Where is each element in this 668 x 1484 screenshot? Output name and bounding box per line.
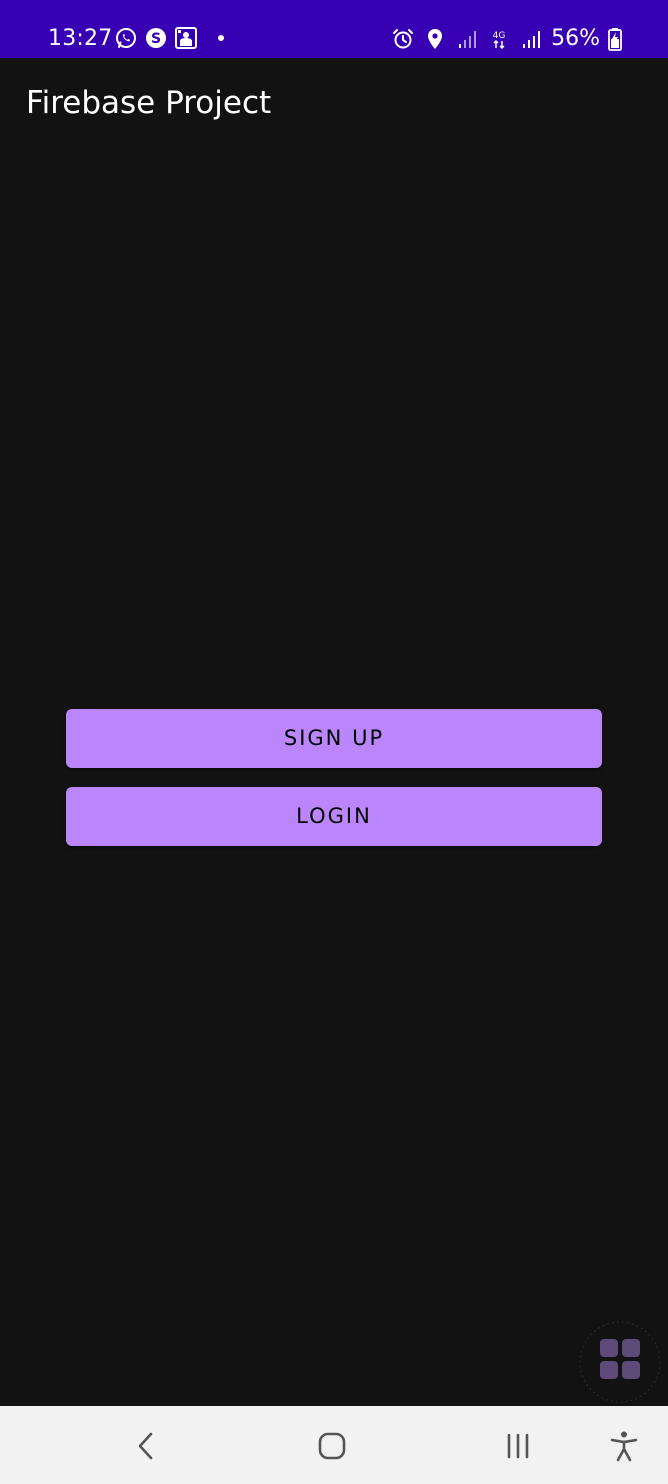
screen: 13:27 S 4G 56% Firebase Project SIGN UP … (0, 0, 668, 1484)
status-system-icons: 4G 56% (391, 25, 622, 53)
status-notification-icons: S (114, 25, 224, 51)
status-time: 13:27 (48, 26, 113, 51)
apps-grid-icon (579, 1321, 661, 1403)
signal-icon (519, 26, 543, 52)
navigation-bar (0, 1406, 668, 1484)
alarm-icon (391, 26, 415, 52)
status-bar: 13:27 S 4G 56% (0, 0, 668, 58)
svg-text:4G: 4G (493, 31, 506, 41)
page-title: Firebase Project (26, 85, 272, 121)
home-icon (318, 1432, 346, 1460)
battery-charging-icon (608, 26, 622, 52)
signup-button[interactable]: SIGN UP (66, 709, 602, 768)
recent-apps-icon (507, 1433, 529, 1459)
location-icon (423, 26, 447, 52)
app-bar: Firebase Project (0, 58, 668, 154)
accessibility-icon (610, 1431, 638, 1462)
back-icon (138, 1432, 153, 1460)
svg-text:S: S (151, 31, 161, 47)
whatsapp-icon (114, 25, 138, 51)
signal-weak-icon (455, 26, 479, 52)
4g-data-icon: 4G (487, 26, 511, 52)
floating-apps-widget[interactable] (578, 1320, 662, 1404)
skype-icon: S (144, 25, 168, 51)
battery-percentage: 56% (551, 26, 600, 51)
back-button[interactable] (124, 1424, 168, 1468)
gallery-notification-icon (174, 25, 198, 51)
accessibility-button[interactable] (602, 1424, 646, 1468)
login-button[interactable]: LOGIN (66, 787, 602, 846)
recent-apps-button[interactable] (496, 1424, 540, 1468)
more-notifications-dot (218, 35, 224, 41)
home-button[interactable] (310, 1424, 354, 1468)
